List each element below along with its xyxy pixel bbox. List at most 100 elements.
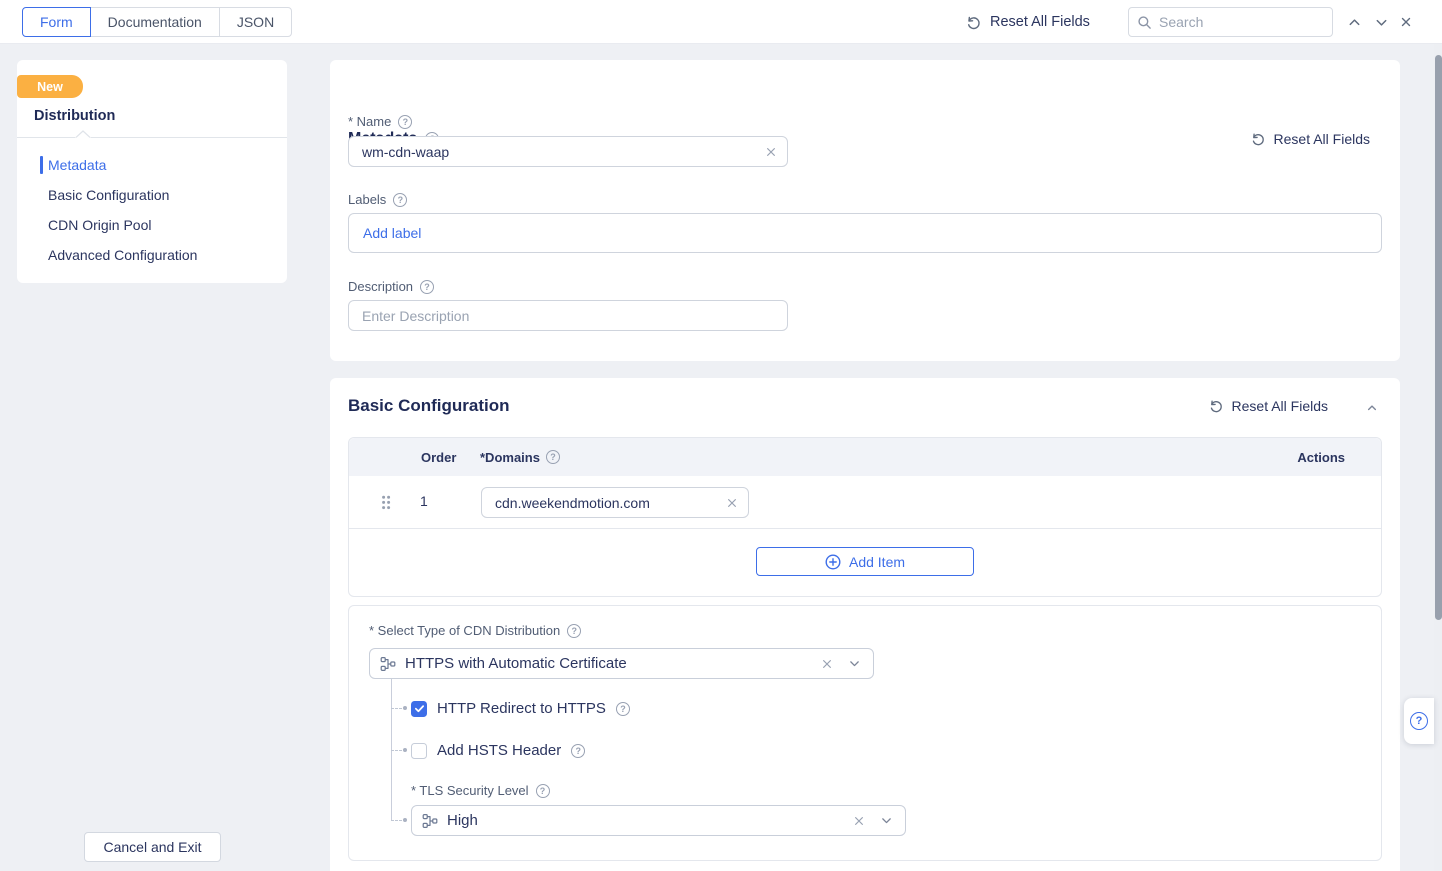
sidebar-divider xyxy=(17,137,287,138)
check-icon xyxy=(414,703,425,714)
chevron-up-icon xyxy=(1347,15,1362,30)
oneof-selector-icon xyxy=(380,656,396,672)
form-nav-sidebar: New Distribution Metadata Basic Configur… xyxy=(17,60,287,283)
clear-cdn-type-icon[interactable] xyxy=(821,658,833,670)
tree-connector xyxy=(391,750,402,751)
search-input[interactable] xyxy=(1159,14,1309,30)
tree-connector xyxy=(391,708,402,709)
scrollbar-thumb[interactable] xyxy=(1435,55,1442,620)
sidebar-item-basic-configuration[interactable]: Basic Configuration xyxy=(17,180,287,210)
tab-json[interactable]: JSON xyxy=(219,7,292,37)
basic-reset-all-fields-button[interactable]: Reset All Fields xyxy=(1208,398,1328,414)
name-input[interactable] xyxy=(362,144,765,160)
cdn-type-value: HTTPS with Automatic Certificate xyxy=(405,655,812,672)
chevron-down-icon xyxy=(1374,15,1389,30)
search-prev-button[interactable] xyxy=(1347,0,1362,44)
select-chevron-down-icon[interactable] xyxy=(848,657,861,670)
plus-circle-icon xyxy=(825,554,841,570)
sidebar-item-cdn-origin-pool[interactable]: CDN Origin Pool xyxy=(17,210,287,240)
domain-input[interactable] xyxy=(495,495,726,511)
close-icon xyxy=(1399,15,1413,29)
oneof-selector-icon xyxy=(422,813,438,829)
top-toolbar: Form Documentation JSON Reset All Fields xyxy=(0,0,1442,44)
metadata-reset-all-fields-button[interactable]: Reset All Fields xyxy=(1250,131,1370,147)
domain-input-wrap xyxy=(481,487,749,518)
domains-help-icon[interactable]: ? xyxy=(546,450,560,464)
labels-box[interactable]: Add label xyxy=(348,213,1382,253)
description-input[interactable] xyxy=(362,308,777,324)
http-redirect-label: HTTP Redirect to HTTPS xyxy=(437,700,606,717)
reset-icon xyxy=(965,14,982,31)
basic-configuration-header: Basic Configuration xyxy=(348,396,510,416)
chevron-up-icon xyxy=(1366,402,1378,414)
add-item-label: Add Item xyxy=(849,554,905,570)
http-redirect-help-icon[interactable]: ? xyxy=(616,702,630,716)
tree-connector xyxy=(391,820,402,821)
name-help-icon[interactable]: ? xyxy=(398,115,412,129)
order-cell: 1 xyxy=(420,493,428,509)
name-field-label: * Name ? xyxy=(348,114,412,129)
domains-table: Order *Domains ? Actions 1 xyxy=(348,437,1382,597)
view-tab-group: Form Documentation JSON xyxy=(22,7,292,37)
select-chevron-down-icon[interactable] xyxy=(880,814,893,827)
basic-configuration-section-card: Basic Configuration Reset All Fields Ord… xyxy=(330,378,1400,871)
divider-caret-icon xyxy=(75,130,91,138)
description-input-wrap xyxy=(348,300,788,331)
hsts-row: Add HSTS Header ? xyxy=(411,742,585,759)
sidebar-item-metadata[interactable]: Metadata xyxy=(17,150,287,180)
tls-level-value: High xyxy=(447,812,844,829)
add-item-button[interactable]: Add Item xyxy=(756,547,974,576)
object-type-title: Distribution xyxy=(34,108,115,124)
reset-all-fields-button[interactable]: Reset All Fields xyxy=(965,0,1090,44)
tls-help-icon[interactable]: ? xyxy=(536,784,550,798)
hsts-label: Add HSTS Header xyxy=(437,742,561,759)
clear-name-icon[interactable] xyxy=(765,146,777,158)
drag-handle-icon[interactable] xyxy=(380,494,392,511)
tab-form[interactable]: Form xyxy=(22,7,91,37)
column-order: Order xyxy=(421,438,456,476)
help-icon: ? xyxy=(1410,712,1428,730)
search-close-button[interactable] xyxy=(1399,0,1413,44)
tree-connector-dot xyxy=(403,706,407,710)
add-label-link[interactable]: Add label xyxy=(363,225,421,241)
cdn-type-help-icon[interactable]: ? xyxy=(567,624,581,638)
description-field-label: Description ? xyxy=(348,279,434,294)
table-row: 1 xyxy=(349,476,1381,529)
reset-all-fields-label: Reset All Fields xyxy=(990,14,1090,30)
column-domains: *Domains ? xyxy=(480,438,560,476)
search-box[interactable] xyxy=(1128,7,1333,37)
cdn-type-label: * Select Type of CDN Distribution ? xyxy=(369,623,581,638)
hsts-help-icon[interactable]: ? xyxy=(571,744,585,758)
tree-connector-dot xyxy=(403,748,407,752)
search-icon xyxy=(1137,15,1152,30)
section-nav: Metadata Basic Configuration CDN Origin … xyxy=(17,150,287,270)
clear-tls-icon[interactable] xyxy=(853,815,865,827)
sidebar-item-advanced-configuration[interactable]: Advanced Configuration xyxy=(17,240,287,270)
reset-label: Reset All Fields xyxy=(1274,131,1370,147)
reset-icon xyxy=(1250,131,1266,147)
http-redirect-row: HTTP Redirect to HTTPS ? xyxy=(411,700,630,717)
tls-level-select[interactable]: High xyxy=(411,805,906,836)
cdn-type-select[interactable]: HTTPS with Automatic Certificate xyxy=(369,648,874,679)
labels-help-icon[interactable]: ? xyxy=(393,193,407,207)
clear-domain-icon[interactable] xyxy=(726,497,738,509)
cdn-type-subcard: * Select Type of CDN Distribution ? HTTP… xyxy=(348,605,1382,861)
new-status-badge: New xyxy=(17,75,83,98)
cancel-and-exit-button[interactable]: Cancel and Exit xyxy=(84,832,221,862)
search-next-button[interactable] xyxy=(1374,0,1389,44)
http-redirect-checkbox[interactable] xyxy=(411,701,427,717)
basic-configuration-title: Basic Configuration xyxy=(348,396,510,416)
metadata-section-card: Metadata ? Reset All Fields * Name ? Lab… xyxy=(330,60,1400,361)
collapse-section-button[interactable] xyxy=(1366,402,1378,414)
tree-connector-dot xyxy=(403,818,407,822)
hsts-checkbox[interactable] xyxy=(411,743,427,759)
reset-label: Reset All Fields xyxy=(1232,398,1328,414)
description-help-icon[interactable]: ? xyxy=(420,280,434,294)
tab-documentation[interactable]: Documentation xyxy=(90,7,220,37)
labels-field-label: Labels ? xyxy=(348,192,407,207)
column-actions: Actions xyxy=(1297,438,1345,476)
tls-level-label: * TLS Security Level ? xyxy=(411,783,550,798)
help-flyout-button[interactable]: ? xyxy=(1404,698,1434,744)
domains-table-header: Order *Domains ? Actions xyxy=(349,438,1381,476)
name-input-wrap xyxy=(348,136,788,167)
